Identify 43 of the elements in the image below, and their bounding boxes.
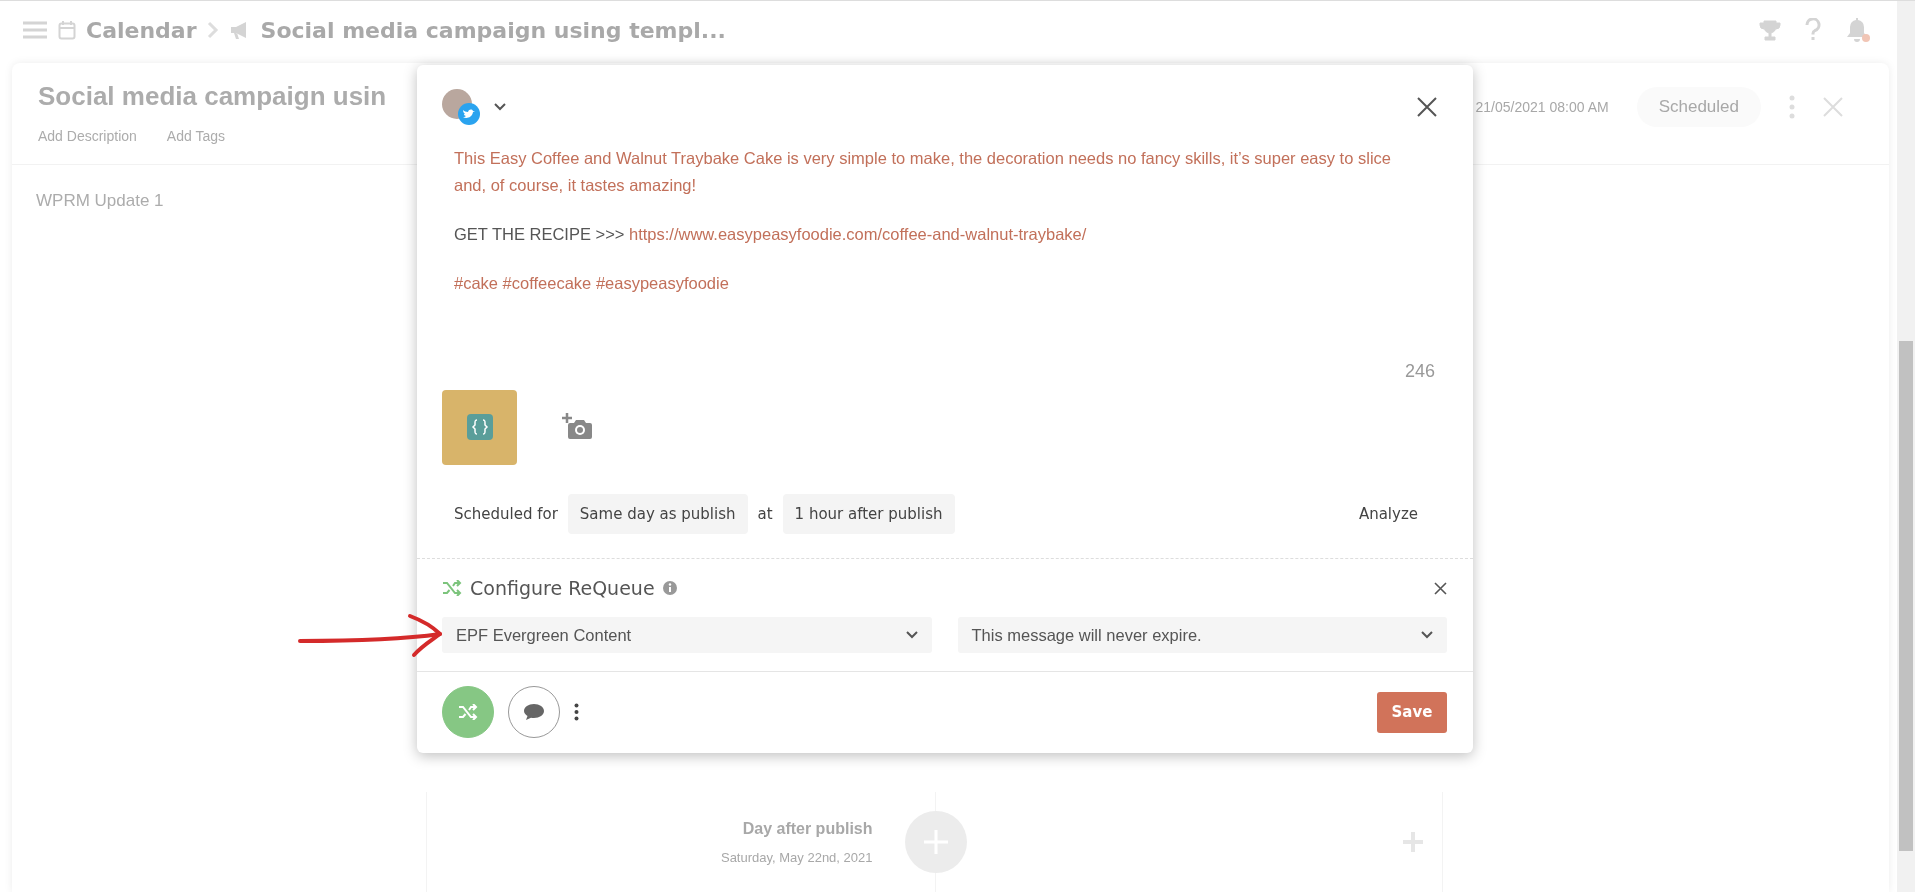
close-icon[interactable] xyxy=(1434,581,1447,595)
campaign-title: Social media campaign usin xyxy=(38,80,387,112)
comment-button[interactable] xyxy=(508,686,560,738)
time-selector[interactable]: 1 hour after publish xyxy=(782,494,955,534)
account-avatar[interactable] xyxy=(442,89,480,125)
status-pill: Scheduled xyxy=(1636,87,1761,127)
requeue-toggle-button[interactable] xyxy=(442,686,494,738)
bell-icon[interactable] xyxy=(1845,16,1871,44)
day-selector[interactable]: Same day as publish xyxy=(567,494,748,534)
chevron-right-icon xyxy=(206,21,219,39)
schedule-connector: at xyxy=(757,505,773,523)
scrollbar-thumb[interactable] xyxy=(1899,341,1913,851)
shuffle-icon xyxy=(458,704,478,720)
shuffle-icon xyxy=(442,580,462,596)
pool-dropdown[interactable]: EPF Evergreen Content xyxy=(442,617,932,653)
scrollbar[interactable] xyxy=(1897,1,1915,892)
expiry-dropdown[interactable]: This message will never expire. xyxy=(957,617,1447,653)
analyze-link[interactable]: Analyze xyxy=(1358,505,1418,523)
plus-icon[interactable] xyxy=(1402,831,1424,853)
menu-icon[interactable] xyxy=(22,20,48,40)
chevron-down-icon xyxy=(905,631,918,639)
close-icon[interactable] xyxy=(1417,97,1437,117)
chevron-down-icon[interactable] xyxy=(494,103,506,111)
more-icon[interactable] xyxy=(574,703,579,721)
bird-icon xyxy=(458,103,480,125)
add-photo-icon[interactable] xyxy=(562,413,594,441)
info-icon[interactable] xyxy=(662,581,677,595)
calendar-icon xyxy=(58,20,76,40)
message-paragraph: GET THE RECIPE >>> https://www.easypeasyfoodie.com/coffee-and-walnut-traybake/ xyxy=(454,224,1088,245)
trophy-icon[interactable] xyxy=(1759,19,1781,41)
speech-bubble-icon xyxy=(523,703,545,721)
timeline-label: Day after publish xyxy=(741,819,873,838)
message-paragraph: This Easy Coffee and Walnut Traybake Cake is very simple to make, the decoration needs no fancy skills, it’s super easy to slice and, of course, it tastes amazing! xyxy=(454,148,1392,196)
message-paragraph: #cake #coffeecake #easypeasyfoodie xyxy=(454,273,730,294)
character-count: 246 xyxy=(1403,361,1436,382)
photo-placeholder[interactable] xyxy=(442,389,517,465)
code-icon xyxy=(466,414,493,440)
publish-date: 21/05/2021 08:00 AM xyxy=(1475,99,1609,115)
requeue-title: Configure ReQueue xyxy=(470,577,655,599)
schedule-label: Scheduled for xyxy=(454,505,558,523)
help-icon[interactable] xyxy=(1805,18,1821,42)
chevron-down-icon xyxy=(1421,631,1433,639)
timeline-date: Saturday, May 22nd, 2021 xyxy=(719,849,873,865)
